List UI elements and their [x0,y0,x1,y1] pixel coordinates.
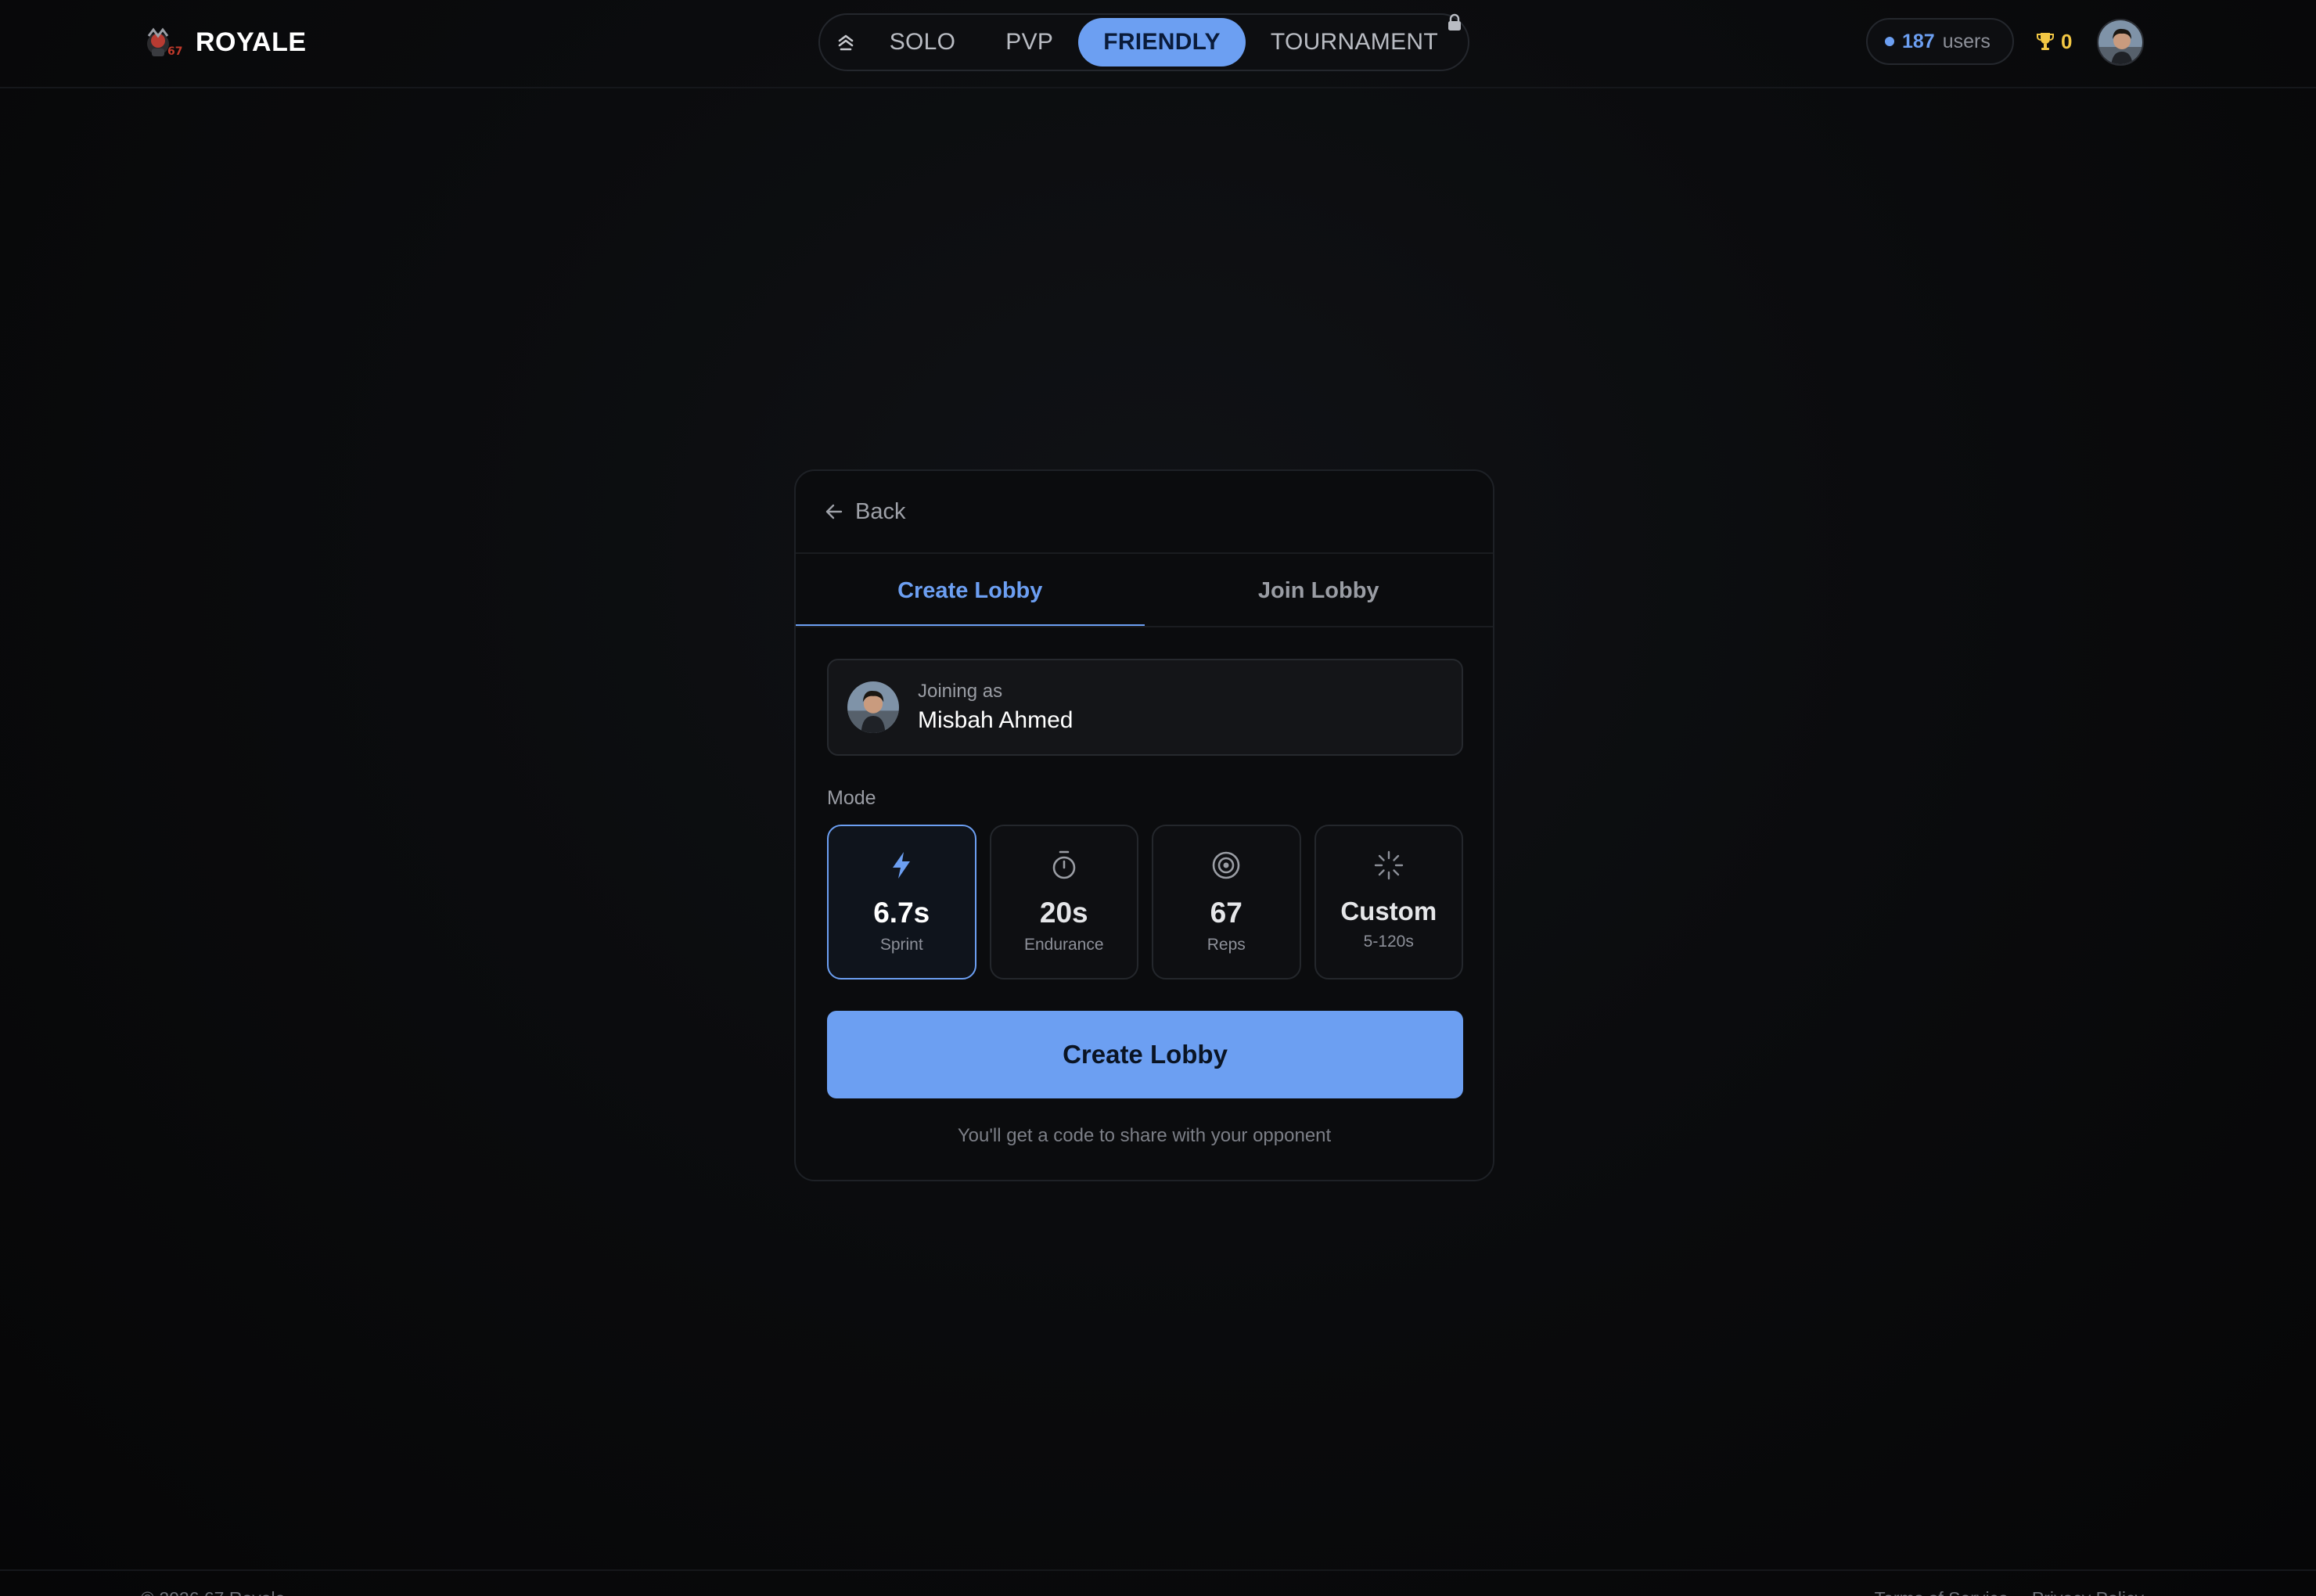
hint-text: You'll get a code to share with your opp… [957,1125,1332,1146]
trophy-count[interactable]: 0 [2036,28,2072,55]
joining-label: Joining as [918,681,1003,702]
mode-sub: 5-120s [1363,933,1414,951]
mode-option-sprint[interactable]: 6.7s Sprint [827,825,976,980]
loader-icon [1373,848,1404,882]
joining-avatar [847,681,899,733]
avatar-image [847,681,899,733]
logo-icon: 67 [147,27,182,58]
mode-sub: Endurance [1023,936,1104,954]
mode-options: 6.7s Sprint 20s Endurance 67 Reps Custom… [827,825,1463,980]
nav-tournament-label: TOURNAMENT [1270,29,1438,55]
friendly-lobby-card: Back Create Lobby Join Lobby Joining as … [794,469,1494,1181]
users-label: users [1942,30,1991,52]
mode-sub: Sprint [879,936,923,954]
bolt-icon [886,848,917,882]
nav-solo[interactable]: SOLO [865,18,981,66]
privacy-link[interactable]: Privacy Policy [2032,1588,2144,1596]
brand[interactable]: 67 ROYALE [141,20,307,64]
trophy-value: 0 [2061,29,2073,53]
arrow-left-icon [825,504,843,519]
joining-name: Misbah Ahmed [918,707,1073,733]
copyright: © 2026 67 Royale [141,1588,285,1596]
mode-label: Mode [827,787,876,809]
rank-chevron-icon[interactable] [828,19,865,66]
terms-link[interactable]: Terms of Service [1875,1588,2009,1596]
target-icon [1210,848,1242,882]
back-label: Back [855,498,906,524]
online-dot-icon [1885,37,1894,46]
nav-pvp[interactable]: PVP [980,18,1078,66]
tab-join-lobby[interactable]: Join Lobby [1145,554,1494,627]
user-avatar[interactable] [2097,19,2144,66]
trophy-icon [2037,33,2054,50]
joining-as-box: Joining as Misbah Ahmed [827,659,1463,756]
mode-option-custom[interactable]: Custom 5-120s [1314,825,1463,980]
nav-tournament[interactable]: TOURNAMENT [1246,13,1461,66]
divider [796,626,1493,627]
mode-value: 67 [1210,897,1243,929]
mode-value: 6.7s [873,897,930,929]
mode-sub: Reps [1207,936,1246,954]
brand-name: ROYALE [196,27,307,57]
top-bar: 67 ROYALE SOLO PVP FRIENDLY TOURNAMENT 1… [0,0,2316,88]
avatar-image [2098,20,2142,64]
mode-value: 20s [1039,897,1088,929]
mode-option-reps[interactable]: 67 Reps [1152,825,1301,980]
mode-nav: SOLO PVP FRIENDLY TOURNAMENT [818,13,1469,71]
tab-create-lobby[interactable]: Create Lobby [796,554,1145,627]
lobby-tabs: Create Lobby Join Lobby [796,554,1493,627]
mode-option-endurance[interactable]: 20s Endurance [989,825,1138,980]
stopwatch-icon [1048,848,1080,882]
nav-friendly[interactable]: FRIENDLY [1078,18,1246,66]
back-button[interactable]: Back [824,496,905,527]
online-users-pill: 187 users [1866,18,2014,65]
joining-text: Joining as Misbah Ahmed [918,681,1073,734]
create-lobby-button[interactable]: Create Lobby [827,1011,1463,1098]
mode-value: Custom [1340,897,1437,926]
footer-links: Terms of Service Privacy Policy [1875,1588,2144,1596]
footer: © 2026 67 Royale Terms of Service Privac… [0,1569,2316,1596]
svg-text:67: 67 [167,45,182,58]
lock-icon [1448,13,1461,31]
users-count: 187 [1902,30,1935,52]
